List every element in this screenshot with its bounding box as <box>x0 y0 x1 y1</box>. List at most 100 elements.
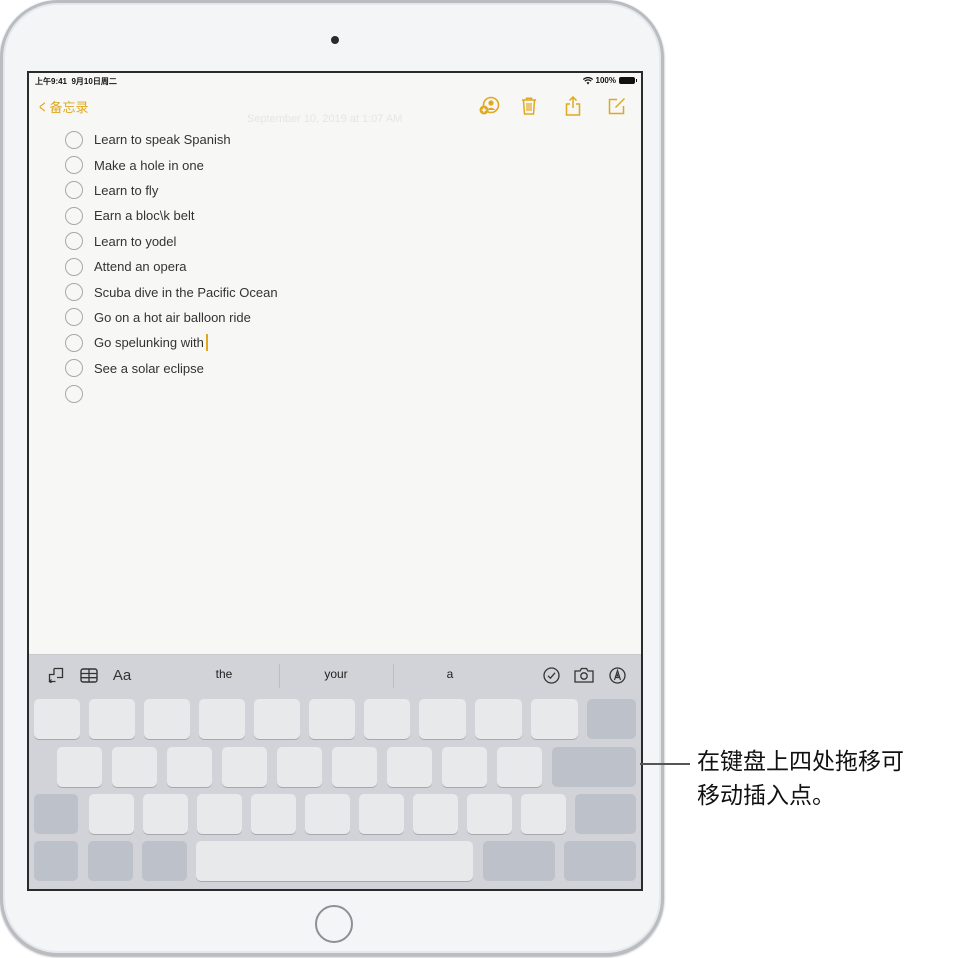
keyboard-key[interactable] <box>332 747 377 787</box>
format-button[interactable]: Aa <box>111 665 133 685</box>
delete-button[interactable] <box>517 95 541 117</box>
keyboard-key[interactable] <box>497 747 542 787</box>
keyboard-key[interactable] <box>483 841 555 881</box>
keyboard-key[interactable] <box>34 794 78 834</box>
compose-button[interactable] <box>605 95 629 117</box>
keyboard-key[interactable] <box>112 747 157 787</box>
keyboard-key[interactable] <box>531 699 578 739</box>
keyboard-key[interactable] <box>277 747 322 787</box>
undo-button[interactable] <box>47 665 65 685</box>
note-date: September 10, 2019 at 1:07 AM <box>247 113 403 125</box>
markup-button[interactable] <box>607 665 627 685</box>
markup-icon <box>608 666 626 684</box>
checklist-item[interactable]: Go on a hot air balloon ride <box>65 305 278 330</box>
checklist-item[interactable]: Learn to speak Spanish <box>65 127 278 152</box>
checkbox-circle-icon[interactable] <box>65 333 83 352</box>
keyboard-key[interactable] <box>144 699 190 739</box>
checkbox-circle-icon[interactable] <box>65 308 83 327</box>
checklist-item-text[interactable]: Go spelunking with <box>94 335 204 350</box>
checkbox-circle-icon[interactable] <box>65 283 83 302</box>
keyboard[interactable]: Aa the your a <box>29 654 641 889</box>
status-bar: 上午9:41 9月10日周二 100% <box>35 76 637 90</box>
checklist-item-text[interactable]: Learn to speak Spanish <box>94 132 231 147</box>
back-label: 备忘录 <box>49 100 89 115</box>
keyboard-key[interactable] <box>309 699 355 739</box>
keyboard-key[interactable] <box>359 794 404 834</box>
checkbox-circle-icon[interactable] <box>65 384 83 403</box>
checkbox-circle-icon[interactable] <box>65 156 83 175</box>
suggestion-1[interactable]: the <box>169 667 279 681</box>
checklist-item[interactable]: Scuba dive in the Pacific Ocean <box>65 279 278 304</box>
keyboard-key[interactable] <box>57 747 102 787</box>
keyboard-key[interactable] <box>467 794 512 834</box>
keyboard-key[interactable] <box>442 747 487 787</box>
keyboard-key[interactable] <box>142 841 187 881</box>
checklist-item[interactable]: Go spelunking with <box>65 330 278 355</box>
add-person-button[interactable] <box>477 95 501 117</box>
home-button[interactable] <box>315 905 353 943</box>
back-button[interactable]: < 备忘录 <box>37 96 89 117</box>
checklist-item[interactable] <box>65 381 278 406</box>
keyboard-key[interactable] <box>197 794 242 834</box>
status-time: 上午9:41 <box>35 77 68 86</box>
keyboard-key[interactable] <box>552 747 636 787</box>
keyboard-key[interactable] <box>364 699 410 739</box>
checkbox-circle-icon[interactable] <box>65 257 83 276</box>
checklist-item-text[interactable]: Make a hole in one <box>94 158 204 173</box>
keyboard-key[interactable] <box>167 747 212 787</box>
keyboard-key[interactable] <box>419 699 466 739</box>
keyboard-key[interactable] <box>305 794 350 834</box>
keyboard-key[interactable] <box>89 699 135 739</box>
keyboard-key[interactable] <box>34 699 80 739</box>
checklist-item-text[interactable]: Learn to fly <box>94 183 158 198</box>
keyboard-key[interactable] <box>34 841 78 881</box>
checkbox-circle-icon[interactable] <box>65 181 83 200</box>
nav-bar: < 备忘录 September 10, 2019 at 1:07 AM <box>29 91 641 125</box>
camera-button[interactable] <box>573 665 595 685</box>
checkbox-circle-icon[interactable] <box>65 130 83 149</box>
status-date: 9月10日周二 <box>71 77 117 86</box>
checklist-item[interactable]: Earn a bloc\k belt <box>65 203 278 228</box>
keyboard-key[interactable] <box>575 794 636 834</box>
checklist-item[interactable]: Learn to yodel <box>65 229 278 254</box>
checklist-item-text[interactable]: Go on a hot air balloon ride <box>94 310 251 325</box>
checklist-item-text[interactable]: See a solar eclipse <box>94 361 204 376</box>
keyboard-key[interactable] <box>587 699 636 739</box>
callout-line-2: 移动插入点。 <box>697 783 835 809</box>
checklist-item[interactable]: See a solar eclipse <box>65 356 278 381</box>
keyboard-key[interactable] <box>222 747 267 787</box>
checkbox-circle-icon[interactable] <box>65 232 83 251</box>
keyboard-key[interactable] <box>521 794 566 834</box>
checklist-item[interactable]: Learn to fly <box>65 178 278 203</box>
checkbox-circle-icon[interactable] <box>65 206 83 225</box>
chevron-left-icon: < <box>39 96 46 117</box>
keyboard-key[interactable] <box>387 747 432 787</box>
keyboard-key[interactable] <box>475 699 522 739</box>
battery-percent: 100% <box>595 76 616 85</box>
keyboard-key[interactable] <box>254 699 300 739</box>
keyboard-key[interactable] <box>88 841 133 881</box>
checklist-item-text[interactable]: Attend an opera <box>94 259 187 274</box>
share-button[interactable] <box>561 95 585 117</box>
checklist-icon <box>542 666 560 684</box>
checkbox-circle-icon[interactable] <box>65 359 83 378</box>
table-button[interactable] <box>79 665 99 685</box>
checklist-item-text[interactable]: Learn to yodel <box>94 234 176 249</box>
keyboard-key[interactable] <box>199 699 245 739</box>
checklist-item[interactable]: Attend an opera <box>65 254 278 279</box>
undo-icon <box>48 667 64 683</box>
checklist-item-text[interactable]: Scuba dive in the Pacific Ocean <box>94 285 278 300</box>
space-bar-key[interactable] <box>196 841 473 881</box>
keyboard-key[interactable] <box>564 841 636 881</box>
suggestion-2[interactable]: your <box>281 667 391 681</box>
keyboard-key[interactable] <box>143 794 188 834</box>
checklist-button[interactable] <box>541 665 561 685</box>
callout-line <box>640 763 690 765</box>
checklist-item-text[interactable]: Earn a bloc\k belt <box>94 208 194 223</box>
suggestion-3[interactable]: a <box>395 667 505 681</box>
keyboard-key[interactable] <box>89 794 134 834</box>
format-text-icon: Aa <box>112 666 132 684</box>
keyboard-key[interactable] <box>251 794 296 834</box>
keyboard-key[interactable] <box>413 794 458 834</box>
checklist-item[interactable]: Make a hole in one <box>65 152 278 177</box>
